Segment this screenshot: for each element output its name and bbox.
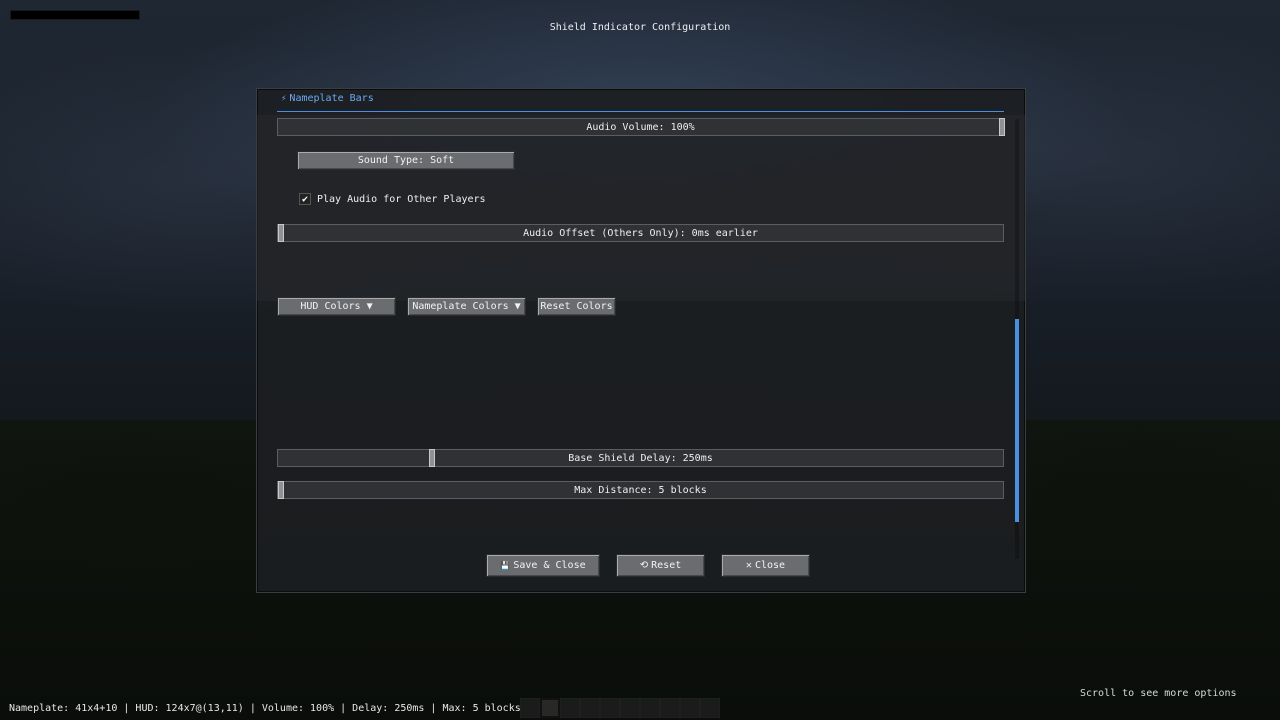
- screen-title: Shield Indicator Configuration: [549, 22, 731, 33]
- max-distance-slider[interactable]: Max Distance: 5 blocks: [277, 481, 1004, 499]
- hotbar-slot[interactable]: [640, 698, 660, 718]
- audio-volume-slider[interactable]: Audio Volume: 100%: [277, 118, 1005, 136]
- save-close-label: Save & Close: [513, 560, 586, 571]
- max-distance-label: Max Distance: 5 blocks: [574, 484, 707, 496]
- reset-colors-button[interactable]: Reset Colors: [537, 297, 616, 316]
- footer-buttons: 💾 Save & Close ⟲ Reset ✕ Close: [257, 542, 1025, 592]
- hotbar-slot[interactable]: [700, 698, 720, 718]
- status-bar: Nameplate: 41x4+10 | HUD: 124x7@(13,11) …: [9, 703, 521, 714]
- save-close-button[interactable]: 💾 Save & Close: [486, 554, 600, 577]
- close-icon: ✕: [745, 560, 752, 571]
- close-button[interactable]: ✕ Close: [721, 554, 810, 577]
- tab-nameplate-bars[interactable]: ⚡ Nameplate Bars: [281, 93, 374, 104]
- top-status-bar: [10, 10, 140, 20]
- audio-offset-slider[interactable]: Audio Offset (Others Only): 0ms earlier: [277, 224, 1004, 242]
- hotbar-slot[interactable]: [660, 698, 680, 718]
- close-label: Close: [754, 560, 786, 571]
- hotbar-slot[interactable]: [520, 698, 540, 718]
- hotbar-slot[interactable]: [580, 698, 600, 718]
- play-audio-others-checkbox[interactable]: ✔: [299, 193, 311, 205]
- scrollbar-thumb[interactable]: [1015, 319, 1019, 522]
- base-shield-delay-label: Base Shield Delay: 250ms: [568, 452, 713, 464]
- scroll-hint: Scroll to see more options: [1080, 688, 1237, 699]
- sound-type-button[interactable]: Sound Type: Soft: [297, 151, 515, 170]
- sound-type-label: Sound Type: Soft: [357, 155, 455, 166]
- config-panel: ⚡ Nameplate Bars Audio Volume: 100% Soun…: [256, 88, 1026, 593]
- audio-offset-label: Audio Offset (Others Only): 0ms earlier: [523, 227, 758, 239]
- nameplate-colors-label: Nameplate Colors ▼: [412, 301, 521, 312]
- hud-colors-button[interactable]: HUD Colors ▼: [277, 297, 396, 316]
- options-list: Audio Volume: 100% Sound Type: Soft ✔ Pl…: [257, 115, 1025, 592]
- max-distance-knob[interactable]: [278, 481, 284, 499]
- bolt-icon: ⚡: [281, 93, 287, 104]
- hud-colors-label: HUD Colors ▼: [300, 301, 373, 312]
- hotbar-slot[interactable]: [600, 698, 620, 718]
- audio-volume-knob[interactable]: [999, 118, 1005, 136]
- hotbar-slot[interactable]: [560, 698, 580, 718]
- base-shield-delay-knob[interactable]: [429, 449, 435, 467]
- play-audio-others-label: Play Audio for Other Players: [317, 193, 486, 205]
- tab-bar: ⚡ Nameplate Bars: [277, 89, 1004, 112]
- hotbar-slot[interactable]: [680, 698, 700, 718]
- reset-icon: ⟲: [639, 560, 649, 571]
- play-audio-others-row[interactable]: ✔ Play Audio for Other Players: [299, 193, 486, 205]
- tab-label: Nameplate Bars: [289, 93, 374, 104]
- hotbar-slot[interactable]: [540, 698, 560, 718]
- reset-button[interactable]: ⟲ Reset: [616, 554, 705, 577]
- checkmark-icon: ✔: [301, 193, 309, 205]
- nameplate-colors-button[interactable]: Nameplate Colors ▼: [407, 297, 526, 316]
- hotbar: [520, 698, 730, 720]
- reset-label: Reset: [651, 560, 682, 571]
- hotbar-slot[interactable]: [620, 698, 640, 718]
- audio-offset-knob[interactable]: [278, 224, 284, 242]
- audio-volume-label: Audio Volume: 100%: [586, 121, 695, 133]
- save-icon: 💾: [500, 561, 511, 570]
- audio-section: [257, 115, 1025, 301]
- base-shield-delay-slider[interactable]: Base Shield Delay: 250ms: [277, 449, 1004, 467]
- reset-colors-label: Reset Colors: [540, 301, 613, 312]
